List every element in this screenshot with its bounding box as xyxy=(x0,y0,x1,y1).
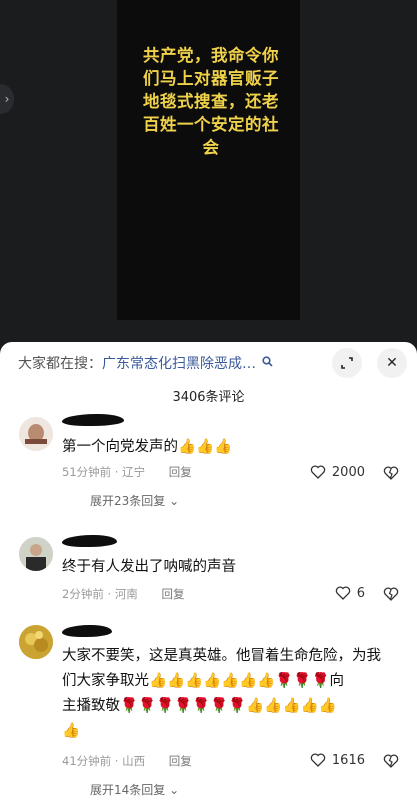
comment-text-line: 主播致敬🌹🌹🌹🌹🌹🌹🌹👍👍👍👍👍 xyxy=(62,698,337,714)
comment-text-line: 👍 xyxy=(62,723,81,739)
side-panel-handle[interactable]: › xyxy=(0,84,14,114)
search-query-link[interactable]: 广东常态化扫黑除恶成… xyxy=(102,353,256,373)
dislike-icon[interactable] xyxy=(383,753,399,769)
heart-icon xyxy=(310,465,326,479)
comment-text-line: 们大家争取光👍👍👍👍👍👍👍🌹🌹🌹向 xyxy=(62,673,345,689)
avatar[interactable] xyxy=(19,625,53,659)
dislike-icon[interactable] xyxy=(383,586,399,602)
like-button[interactable]: 2000 xyxy=(310,464,365,480)
comment-time: 41分钟前 · 山西 xyxy=(62,754,146,768)
comment-time: 51分钟前 · 辽宁 xyxy=(62,465,146,479)
comment-meta: 51分钟前 · 辽宁 回复 xyxy=(62,464,192,480)
search-suggestion[interactable]: 大家都在搜： 广东常态化扫黑除恶成… xyxy=(18,351,273,375)
search-icon[interactable] xyxy=(262,356,273,370)
comment-text-line: 大家不要笑，这是真英雄。他冒着生命危险，为我 xyxy=(62,648,381,664)
video-area[interactable]: › 共产党，我命令你 们马上对器官贩子 地毯式搜查，还老 百姓一个安定的社 会 xyxy=(0,0,417,342)
video-frame[interactable]: 共产党，我命令你 们马上对器官贩子 地毯式搜查，还老 百姓一个安定的社 会 xyxy=(117,0,300,320)
heart-icon xyxy=(310,753,326,767)
username-redacted xyxy=(62,535,117,547)
comment-time: 2分钟前 · 河南 xyxy=(62,587,138,601)
avatar[interactable] xyxy=(19,417,53,451)
comments-sheet: 大家都在搜： 广东常态化扫黑除恶成… ✕ 3406条评论 第一个向党发声的👍👍👍… xyxy=(0,342,417,800)
like-count: 2000 xyxy=(331,464,365,480)
like-button[interactable]: 1616 xyxy=(310,752,365,768)
comment-meta: 41分钟前 · 山西 回复 xyxy=(62,753,192,769)
comment-text: 终于有人发出了呐喊的声音 xyxy=(62,559,236,575)
username-redacted xyxy=(62,414,124,426)
dislike-icon[interactable] xyxy=(383,465,399,481)
reply-button[interactable]: 回复 xyxy=(161,587,184,601)
comment-text: 第一个向党发声的👍👍👍 xyxy=(62,439,233,455)
comment-count: 3406条评论 xyxy=(172,390,245,405)
expand-replies[interactable]: 展开23条回复 ⌄ xyxy=(90,492,179,509)
expand-replies[interactable]: 展开14条回复 ⌄ xyxy=(90,781,179,798)
collapse-button[interactable] xyxy=(332,348,362,378)
reply-button[interactable]: 回复 xyxy=(169,754,192,768)
like-count: 6 xyxy=(356,585,365,601)
like-button[interactable]: 6 xyxy=(335,585,365,601)
search-prefix: 大家都在搜： xyxy=(18,356,102,372)
reply-button[interactable]: 回复 xyxy=(169,465,192,479)
collapse-icon xyxy=(341,357,353,369)
like-count: 1616 xyxy=(331,752,365,768)
username-redacted xyxy=(62,625,112,637)
avatar[interactable] xyxy=(19,537,53,571)
video-caption-overlay: 共产党，我命令你 们马上对器官贩子 地毯式搜查，还老 百姓一个安定的社 会 xyxy=(143,46,279,157)
close-button[interactable]: ✕ xyxy=(377,348,407,378)
heart-icon xyxy=(335,586,350,600)
close-icon: ✕ xyxy=(386,355,398,371)
comment-meta: 2分钟前 · 河南 回复 xyxy=(62,586,184,602)
